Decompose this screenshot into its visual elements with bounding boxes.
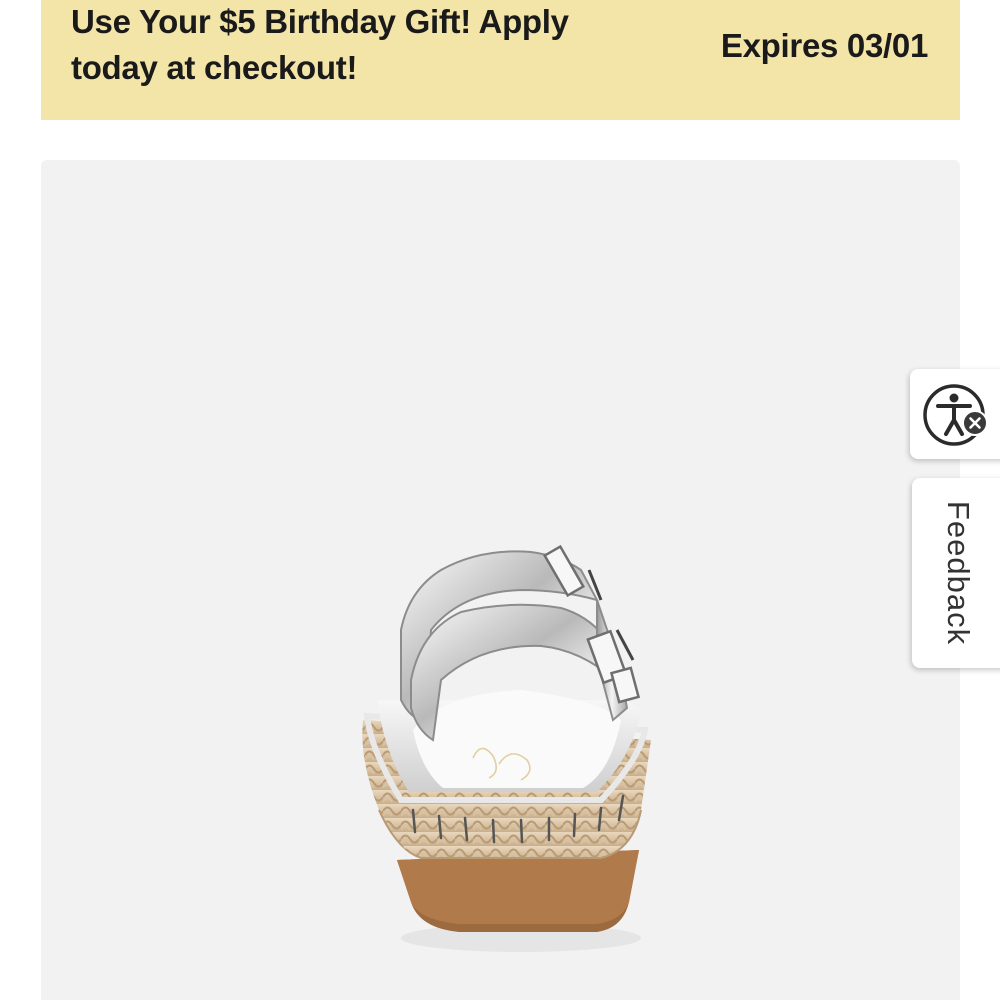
- close-icon[interactable]: [962, 410, 988, 436]
- product-page: Use Your $5 Birthday Gift! Apply today a…: [0, 0, 1000, 1000]
- feedback-tab-label: Feedback: [941, 500, 976, 646]
- accessibility-widget-button[interactable]: [910, 369, 1000, 459]
- sandal-product-photo: [362, 544, 651, 952]
- promo-message: Use Your $5 Birthday Gift! Apply today a…: [71, 3, 569, 86]
- feedback-tab[interactable]: Feedback: [912, 478, 1000, 668]
- promo-expiry-date: Expires 03/01: [720, 27, 928, 64]
- product-image[interactable]: [41, 160, 960, 1000]
- birthday-promo-banner[interactable]: Use Your $5 Birthday Gift! Apply today a…: [41, 0, 960, 120]
